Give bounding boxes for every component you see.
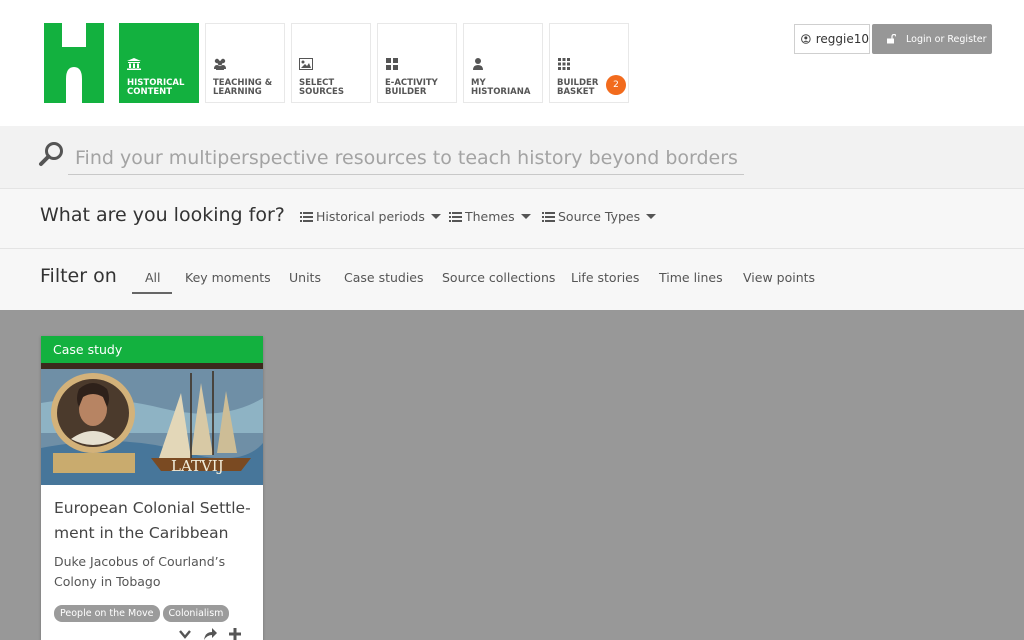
card-subtitle: Duke Jacobus of Courland’s Colony in Tob… bbox=[54, 552, 254, 592]
themes-dropdown[interactable]: Themes bbox=[449, 209, 531, 224]
tag-people-on-the-move[interactable]: People on the Move bbox=[54, 605, 160, 622]
source-types-dropdown[interactable]: Source Types bbox=[542, 209, 657, 224]
filter-tab-life-stories[interactable]: Life stories bbox=[571, 270, 639, 285]
filter-tab-key-moments[interactable]: Key moments bbox=[185, 270, 271, 285]
grid9-icon bbox=[558, 58, 570, 70]
nav-my-historiana[interactable]: MY HISTORIANA bbox=[463, 23, 543, 103]
nav-builder-basket[interactable]: BUILDER BASKET 2 bbox=[549, 23, 629, 103]
card-title-line: ment in the Caribbean bbox=[54, 524, 229, 542]
nav-label: MY HISTORIANA bbox=[471, 78, 531, 97]
card-tags: People on the Move Colonialism bbox=[54, 605, 232, 622]
card-image-caption: LATVIJ bbox=[171, 457, 224, 475]
card-type-label: Case study bbox=[41, 336, 263, 363]
filter-tab-source-collections[interactable]: Source collections bbox=[442, 270, 555, 285]
card-subtitle-line: Duke Jacobus of Courland’s bbox=[54, 554, 226, 569]
filter-tab-case-studies[interactable]: Case studies bbox=[344, 270, 424, 285]
login-register-button[interactable]: Login or Register bbox=[872, 24, 992, 54]
user-account-button[interactable]: reggie10 bbox=[794, 24, 870, 54]
share-icon[interactable] bbox=[202, 626, 218, 640]
image-icon bbox=[299, 58, 313, 70]
list-icon bbox=[300, 211, 313, 222]
list-icon bbox=[542, 211, 555, 222]
user-circle-icon bbox=[801, 34, 811, 44]
card-title[interactable]: European Colonial Settle- ment in the Ca… bbox=[54, 496, 254, 546]
dropdown-label: Source Types bbox=[558, 209, 641, 224]
filter-tab-all[interactable]: All bbox=[145, 270, 161, 285]
users-icon bbox=[214, 58, 226, 70]
unlock-icon bbox=[887, 34, 896, 44]
basket-count-badge: 2 bbox=[606, 75, 626, 95]
list-icon bbox=[449, 211, 462, 222]
tag-colonialism[interactable]: Colonialism bbox=[162, 605, 230, 622]
chevron-down-icon bbox=[520, 214, 531, 219]
user-icon bbox=[473, 58, 483, 70]
nav-historical-content[interactable]: HISTORICAL CONTENT bbox=[119, 23, 199, 103]
chevron-down-icon bbox=[646, 214, 657, 219]
nav-e-activity-builder[interactable]: E-ACTIVITY BUILDER bbox=[377, 23, 457, 103]
grid4-icon bbox=[386, 58, 398, 70]
search-input[interactable] bbox=[68, 141, 744, 175]
chevron-down-icon bbox=[430, 214, 441, 219]
dropdown-label: Themes bbox=[465, 209, 515, 224]
historical-periods-dropdown[interactable]: Historical periods bbox=[300, 209, 441, 224]
card-image[interactable]: LATVIJ bbox=[41, 363, 263, 485]
nav-label: SELECT SOURCES bbox=[299, 78, 344, 97]
filter-tab-time-lines[interactable]: Time lines bbox=[659, 270, 723, 285]
nav-teaching-learning[interactable]: TEACHING & LEARNING bbox=[205, 23, 285, 103]
museum-icon bbox=[127, 58, 141, 70]
main-nav: HISTORICAL CONTENT TEACHING & LEARNING S… bbox=[119, 23, 635, 103]
filter-tab-view-points[interactable]: View points bbox=[743, 270, 815, 285]
card-title-line: European Colonial Settle- bbox=[54, 499, 251, 517]
result-card[interactable]: Case study LATVIJ European Colonial Sett… bbox=[41, 336, 263, 640]
nav-label: BUILDER BASKET bbox=[557, 78, 599, 97]
nav-label: E-ACTIVITY BUILDER bbox=[385, 78, 438, 97]
card-actions bbox=[177, 626, 252, 640]
plus-icon[interactable] bbox=[227, 626, 243, 640]
nav-label: TEACHING & LEARNING bbox=[213, 78, 273, 97]
historiana-logo[interactable] bbox=[44, 23, 104, 103]
site-header: HISTORICAL CONTENT TEACHING & LEARNING S… bbox=[0, 0, 1024, 126]
card-subtitle-line: Colony in Tobago bbox=[54, 574, 161, 589]
search-icon[interactable] bbox=[38, 140, 68, 170]
filter-heading: Filter on bbox=[40, 265, 117, 287]
active-tab-indicator bbox=[132, 292, 172, 294]
nav-label: HISTORICAL CONTENT bbox=[127, 78, 185, 97]
looking-for-heading: What are you looking for? bbox=[40, 204, 285, 226]
nav-select-sources[interactable]: SELECT SOURCES bbox=[291, 23, 371, 103]
filter-tab-units[interactable]: Units bbox=[289, 270, 321, 285]
login-label: Login or Register bbox=[906, 33, 987, 45]
chevron-down-icon[interactable] bbox=[177, 626, 193, 640]
dropdown-label: Historical periods bbox=[316, 209, 425, 224]
username: reggie10 bbox=[815, 32, 869, 46]
